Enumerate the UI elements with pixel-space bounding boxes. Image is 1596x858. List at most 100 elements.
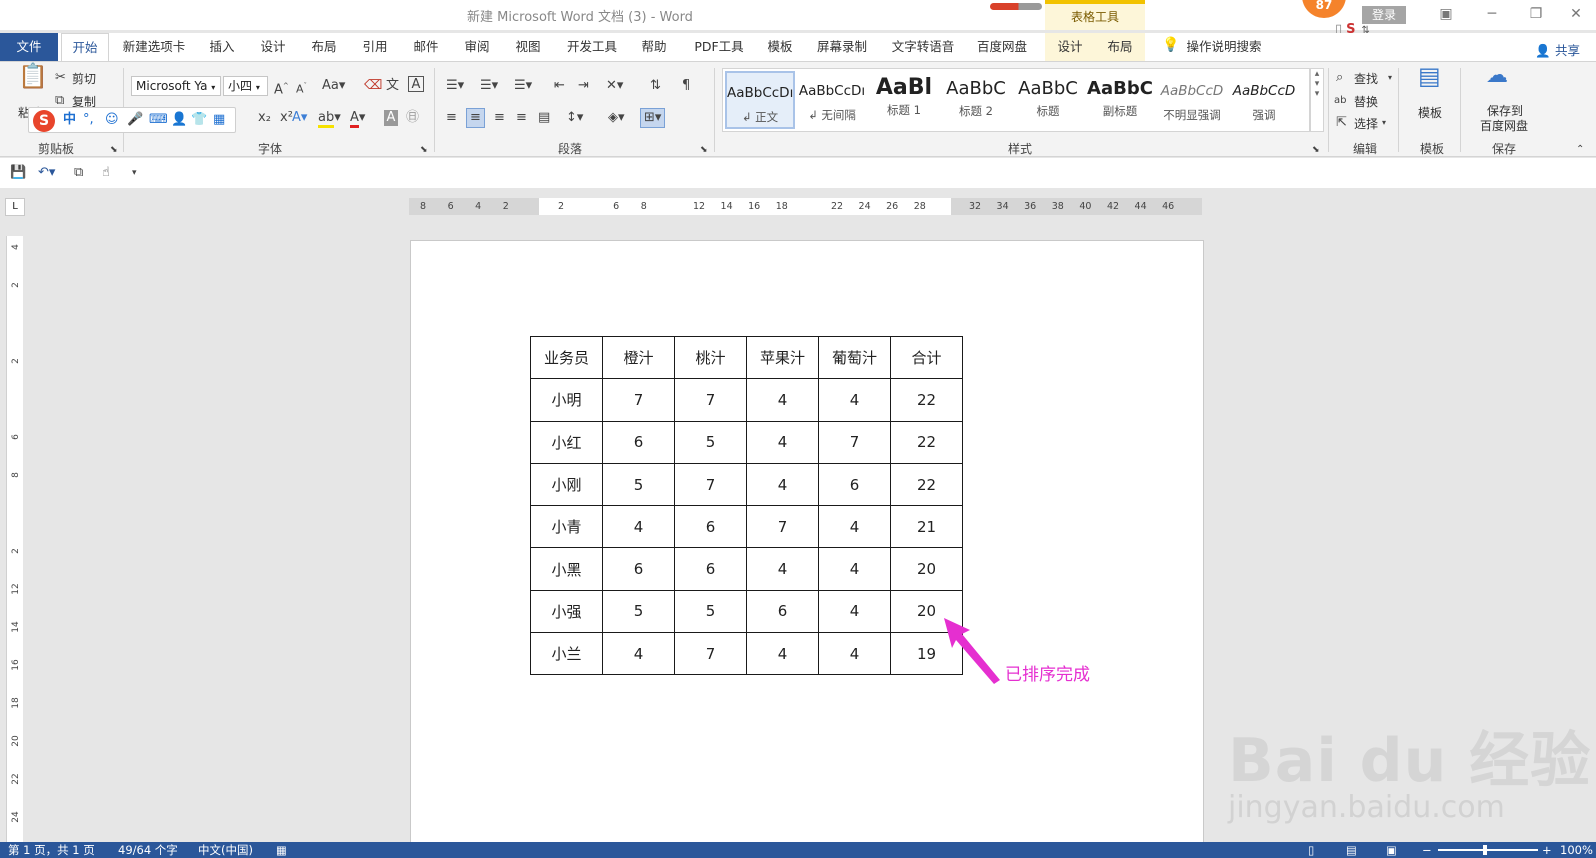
style-subtitle[interactable]: AaBbC 副标题: [1085, 71, 1155, 129]
undo-icon[interactable]: ↶▾: [38, 165, 55, 181]
style-heading-1[interactable]: AaBl 标题 1: [869, 71, 939, 129]
table-cell[interactable]: 22: [890, 462, 963, 507]
font-size-combo[interactable]: 小四 ▾: [223, 76, 268, 96]
table-cell[interactable]: 6: [674, 547, 747, 591]
table-cell[interactable]: 6: [602, 547, 675, 591]
change-case-icon[interactable]: Aa▾: [322, 78, 345, 94]
table-cell[interactable]: 5: [602, 462, 675, 507]
header-cell[interactable]: 合计: [890, 335, 963, 380]
web-layout-icon[interactable]: ▣: [1386, 842, 1397, 858]
tab-view[interactable]: 视图: [510, 33, 546, 61]
style-heading-2[interactable]: AaBbC 标题 2: [941, 71, 1011, 129]
decrease-indent-icon[interactable]: ⇤: [554, 78, 565, 94]
tab-file[interactable]: 文件: [0, 33, 58, 61]
style-title[interactable]: AaBbC 标题: [1013, 71, 1083, 129]
tab-design[interactable]: 设计: [255, 33, 291, 61]
align-center-icon[interactable]: ≡: [466, 108, 485, 128]
table-cell[interactable]: 小红: [530, 420, 603, 464]
table-cell[interactable]: 小强: [530, 589, 603, 634]
phonetic-guide-icon[interactable]: 文: [386, 78, 399, 94]
table-cell[interactable]: 5: [602, 589, 675, 634]
print-layout-icon[interactable]: ▤: [1346, 842, 1357, 858]
tell-me-search[interactable]: 操作说明搜索: [1182, 33, 1266, 61]
read-mode-icon[interactable]: ▯: [1308, 842, 1314, 858]
word-count[interactable]: 49/64 个字: [118, 842, 178, 858]
table-cell[interactable]: 4: [602, 632, 675, 676]
font-launcher-icon[interactable]: ⬊: [420, 142, 428, 158]
font-name-combo[interactable]: Microsoft Ya ▾: [131, 76, 221, 96]
table-cell[interactable]: 小黑: [530, 547, 603, 591]
login-button[interactable]: 登录: [1362, 6, 1406, 24]
bullets-icon[interactable]: ☰▾: [446, 78, 464, 94]
numbering-icon[interactable]: ☰▾: [480, 78, 498, 94]
table-cell[interactable]: 7: [746, 505, 819, 549]
table-cell[interactable]: 6: [674, 505, 747, 549]
table-cell[interactable]: 4: [746, 547, 819, 591]
table-cell[interactable]: 7: [674, 462, 747, 507]
header-cell[interactable]: 橙汁: [602, 335, 675, 380]
chevron-down-icon[interactable]: ▾: [1382, 115, 1386, 131]
paste-icon[interactable]: 📋: [18, 64, 48, 88]
ribbon-display-options-icon[interactable]: ▣: [1436, 6, 1456, 22]
table-cell[interactable]: 小兰: [530, 632, 603, 676]
toolbox-icon[interactable]: ▦: [213, 112, 225, 128]
customize-toolbar-icon[interactable]: ▾: [132, 165, 137, 181]
tab-new-tab[interactable]: 新建选项卡: [117, 33, 191, 61]
show-marks-icon[interactable]: ¶: [682, 78, 690, 94]
punctuation-icon[interactable]: °,: [83, 112, 94, 128]
align-right-icon[interactable]: ≡: [494, 110, 505, 126]
cut-button[interactable]: 剪切: [72, 70, 96, 87]
table-cell[interactable]: 5: [674, 589, 747, 634]
find-button[interactable]: 查找: [1354, 70, 1378, 87]
baidu-netdisk-icon[interactable]: ☁: [1486, 65, 1508, 87]
paragraph-launcher-icon[interactable]: ⬊: [700, 142, 708, 158]
save-icon[interactable]: 💾: [10, 165, 26, 181]
table-cell[interactable]: 7: [674, 378, 747, 422]
shading-icon[interactable]: ◈▾: [608, 110, 625, 126]
tab-selector[interactable]: L: [5, 198, 25, 216]
character-shading-icon[interactable]: A: [384, 110, 398, 126]
tab-layout[interactable]: 布局: [306, 33, 342, 61]
page-count[interactable]: 第 1 页，共 1 页: [8, 842, 95, 858]
tab-table-design[interactable]: 设计: [1045, 33, 1095, 61]
table-cell[interactable]: 小青: [530, 505, 603, 549]
tab-review[interactable]: 审阅: [459, 33, 495, 61]
distributed-icon[interactable]: ▤: [538, 110, 550, 126]
character-border-icon[interactable]: A: [408, 76, 424, 92]
minimize-icon[interactable]: ─: [1482, 6, 1502, 22]
zoom-out-icon[interactable]: −: [1422, 842, 1432, 858]
tab-pdf-tools[interactable]: PDF工具: [688, 33, 750, 61]
cut-icon[interactable]: ✂: [55, 70, 66, 86]
chinese-layout-icon[interactable]: ✕▾: [606, 78, 623, 94]
table-cell[interactable]: 21: [890, 505, 963, 549]
styles-scroll[interactable]: ▴ ▾ ▾: [1310, 68, 1324, 132]
template-button[interactable]: 模板: [1418, 104, 1442, 121]
table-cell[interactable]: 4: [746, 632, 819, 676]
text-effects-icon[interactable]: A▾: [292, 110, 307, 126]
close-icon[interactable]: ✕: [1566, 6, 1586, 22]
table-cell[interactable]: 4: [818, 378, 891, 422]
multilevel-list-icon[interactable]: ☰▾: [514, 78, 532, 94]
style-normal[interactable]: AaBbCcDı ↲ 正文: [725, 71, 795, 129]
table-cell[interactable]: 4: [602, 505, 675, 549]
table-cell[interactable]: 小明: [530, 378, 603, 422]
table-cell[interactable]: 4: [818, 547, 891, 591]
tab-screen-record[interactable]: 屏幕录制: [812, 33, 872, 61]
horizontal-ruler[interactable]: 8 6 4 2 2 6 8 12 14 16 18 22 24 26 28 32 34 36 38 40 42 44 46: [409, 198, 1202, 215]
table-cell[interactable]: 6: [818, 462, 891, 507]
header-cell[interactable]: 苹果汁: [746, 335, 819, 380]
enclose-characters-icon[interactable]: ㊐: [406, 110, 419, 126]
header-cell[interactable]: 业务员: [530, 335, 603, 380]
header-cell[interactable]: 桃汁: [674, 335, 747, 380]
sort-icon[interactable]: ⇅: [650, 78, 661, 94]
replace-button[interactable]: 替换: [1354, 93, 1378, 110]
table-cell[interactable]: 4: [818, 632, 891, 676]
style-subtle-emphasis[interactable]: AaBbCcD 不明显强调: [1157, 71, 1227, 129]
user-icon[interactable]: 👤: [171, 112, 187, 128]
zoom-slider-thumb[interactable]: [1483, 845, 1487, 855]
document-page[interactable]: 业务员 橙汁 桃汁 苹果汁 葡萄汁 合计 小明 7 7 4 4 22 小红 6 5 4 7 22 小刚 5 7 4 6 22 小…: [410, 240, 1204, 842]
find-icon[interactable]: ⌕: [1336, 70, 1343, 86]
table-cell[interactable]: 5: [674, 420, 747, 464]
line-spacing-icon[interactable]: ↕▾: [566, 110, 583, 126]
table-cell[interactable]: 6: [746, 589, 819, 634]
